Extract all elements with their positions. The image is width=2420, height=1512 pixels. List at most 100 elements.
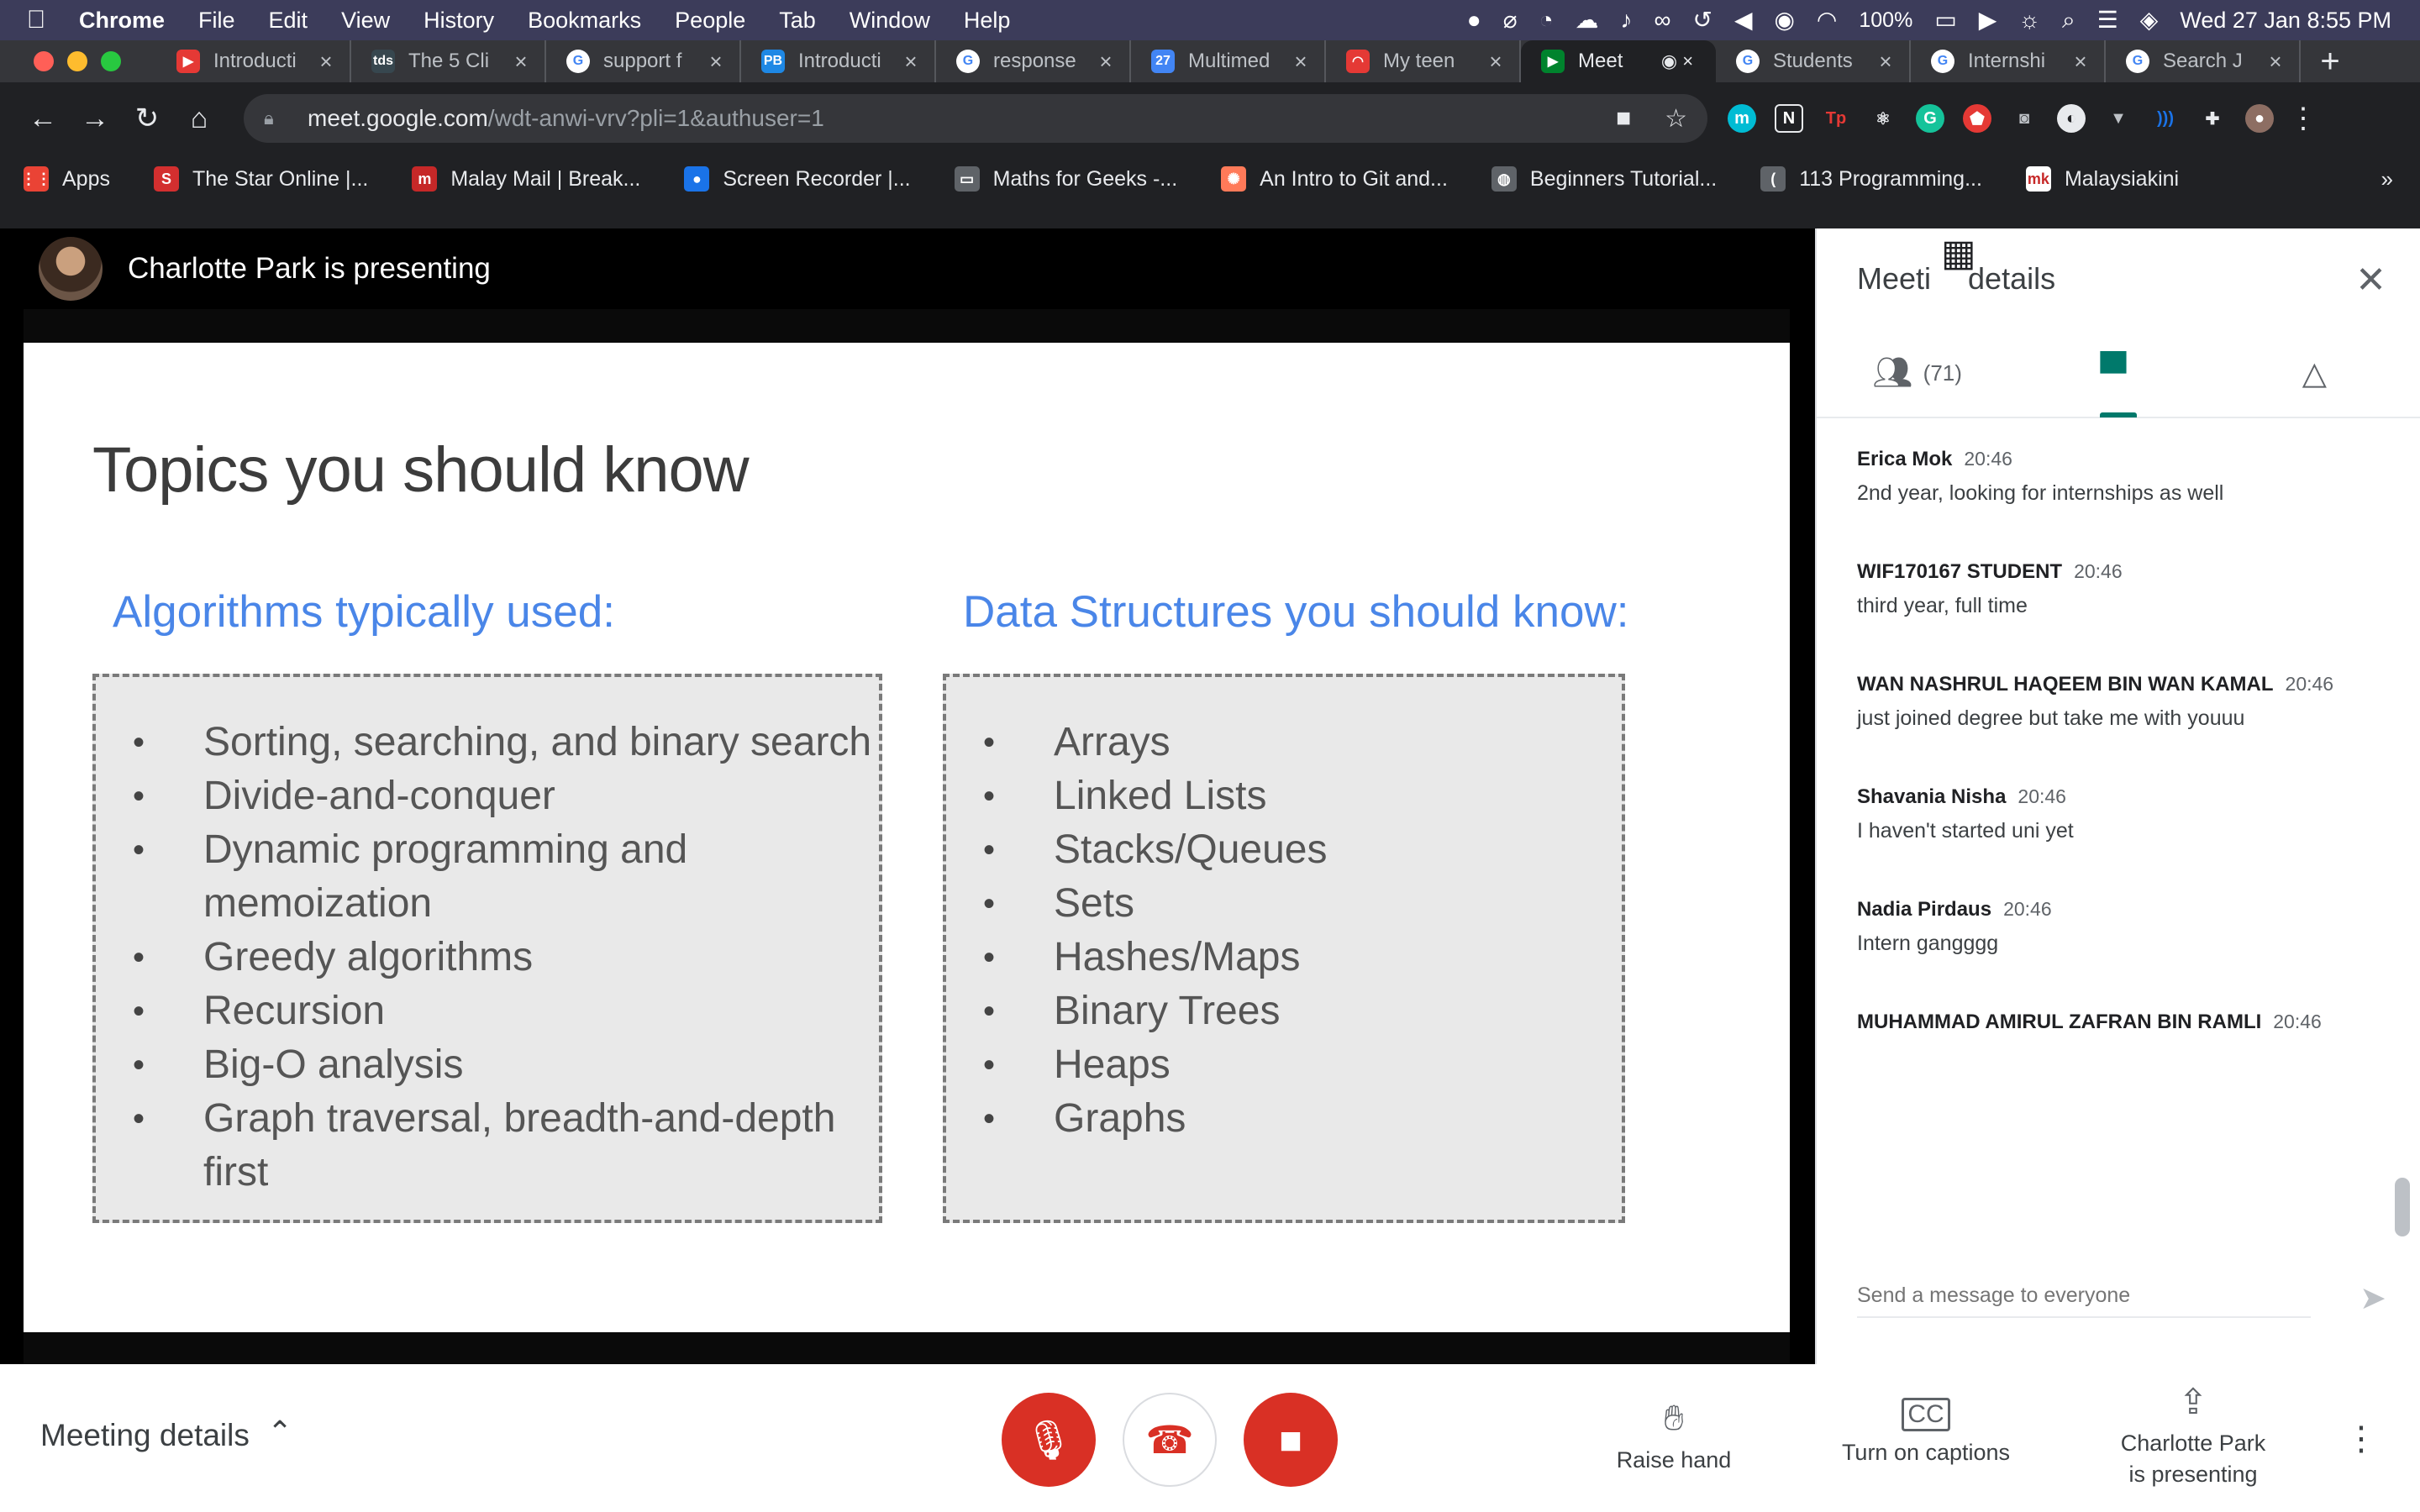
bookmark-item[interactable]: (113 Programming... [1760, 166, 1982, 192]
browser-tab[interactable]: ◠ My teen × [1326, 40, 1521, 82]
home-button[interactable]: ⌂ [173, 92, 225, 144]
reload-button[interactable]: ↻ [121, 92, 173, 144]
apple-menu-icon[interactable]:  [10, 6, 62, 34]
bookmark-star-icon[interactable]: ☆ [1665, 104, 1687, 134]
lock-icon[interactable]: 🔒︎ [264, 108, 291, 129]
bookmark-item[interactable]: m Malay Mail | Break... [412, 166, 640, 192]
profile-avatar[interactable]: ● [2245, 104, 2274, 133]
close-window-button[interactable] [34, 51, 54, 71]
more-options-icon[interactable]: ⋮ [2344, 1420, 2378, 1458]
siri-icon[interactable]: ◈ [2140, 8, 2159, 32]
tab-chat[interactable]: ▀ [2018, 328, 2218, 417]
paperclip-icon[interactable]: ⌀ [1503, 8, 1518, 32]
clock[interactable]: Wed 27 Jan 8:55 PM [2180, 8, 2391, 34]
close-tab-icon[interactable]: × [2264, 49, 2287, 75]
notion-icon[interactable]: N [1775, 104, 1803, 133]
chrome-menu-icon[interactable]: ⋮ [2289, 102, 2317, 135]
address-bar[interactable]: 🔒︎ meet.google.com /wdt-anwi-vrv?pli=1&a… [244, 94, 1707, 143]
notification-bell-icon[interactable]: ♪ [1621, 8, 1633, 32]
zoom-window-button[interactable] [101, 51, 121, 71]
bookmark-item[interactable]: mk Malaysiakini [2025, 166, 2179, 192]
browser-tab[interactable]: 27 Multimed × [1131, 40, 1326, 82]
tab-people[interactable]: 👥︎ (71) [1817, 328, 2018, 417]
microphone-off-button[interactable]: 🎙︎ [1002, 1393, 1096, 1487]
recording-dot-icon[interactable]: ● [1467, 8, 1481, 32]
chat-message-input[interactable] [1857, 1278, 2311, 1318]
browser-tab[interactable]: ▶ Introducti × [156, 40, 351, 82]
tp-extension-icon[interactable]: Tp [1822, 104, 1850, 133]
browser-tab[interactable]: Gresponse × [936, 40, 1131, 82]
bookmark-item[interactable]: ⋮⋮ Apps [21, 166, 110, 192]
screenshot-camera-icon[interactable]: ◙ [2010, 104, 2039, 133]
raise-hand-button[interactable]: ✋︎ Raise hand [1613, 1398, 1734, 1473]
user-icon[interactable]: ◉ [1774, 8, 1794, 32]
shield-extension-icon[interactable]: ⬟ [1963, 104, 1991, 133]
menu-app-chrome[interactable]: Chrome [62, 8, 182, 34]
browser-tab[interactable]: G Search J × [2106, 40, 2301, 82]
grammarly-icon[interactable]: G [1916, 104, 1944, 133]
bookmark-item[interactable]: ◍ Beginners Tutorial... [1491, 166, 1717, 192]
browser-tab[interactable]: G Internshi × [1911, 40, 2106, 82]
play-icon[interactable]: ▶ [1979, 8, 1997, 32]
menu-help[interactable]: Help [947, 8, 1028, 34]
leave-call-button[interactable]: ☎ [1123, 1393, 1217, 1487]
menu-tab[interactable]: Tab [762, 8, 833, 34]
glasses-icon[interactable]: ∞ [1655, 8, 1671, 32]
new-tab-button[interactable]: + [2301, 40, 2360, 82]
close-tab-icon[interactable]: × [1094, 49, 1118, 75]
wave-extension-icon[interactable]: ))) [2151, 104, 2180, 133]
chat-messages[interactable]: Erica Mok 20:46 2nd year, looking for inte… [1817, 420, 2420, 1042]
chevron-up-icon[interactable]: ⌃ [267, 1415, 292, 1450]
close-tab-icon[interactable]: × [704, 49, 728, 75]
bookmark-item[interactable]: S The Star Online |... [153, 166, 368, 192]
meeting-details-button[interactable]: Meeting details [40, 1418, 250, 1453]
menu-people[interactable]: People [658, 8, 762, 34]
close-tab-icon[interactable]: × [314, 49, 338, 75]
captions-button[interactable]: CC Turn on captions [1832, 1398, 2020, 1466]
close-tab-icon[interactable]: ◉ × [1650, 50, 1704, 72]
close-tab-icon[interactable]: × [1484, 49, 1507, 75]
extension-m-icon[interactable]: m [1728, 104, 1756, 133]
brightness-icon[interactable]: ☼ [2018, 8, 2040, 32]
react-devtools-icon[interactable]: ⚛ [1869, 104, 1897, 133]
browser-tab[interactable]: G Students × [1716, 40, 1911, 82]
control-center-icon[interactable]: ☰ [2097, 8, 2118, 32]
send-message-icon[interactable]: ➤ [2360, 1279, 2386, 1317]
bookmarks-overflow-icon[interactable]: » [2381, 166, 2393, 192]
close-panel-icon[interactable]: ✕ [2355, 259, 2386, 302]
grid-view-icon[interactable]: ▦ [1941, 232, 1976, 275]
wifi-icon[interactable]: ◠ [1817, 8, 1837, 32]
close-tab-icon[interactable]: × [1289, 49, 1313, 75]
bookmark-item[interactable]: ▭ Maths for Geeks -... [954, 166, 1177, 192]
close-tab-icon[interactable]: × [509, 49, 533, 75]
menu-file[interactable]: File [182, 8, 252, 34]
menu-edit[interactable]: Edit [252, 8, 325, 34]
browser-tab[interactable]: tds The 5 Cli × [351, 40, 546, 82]
spotlight-search-icon[interactable]: ⌕ [2062, 8, 2075, 32]
vue-devtools-icon[interactable]: ▼ [2104, 104, 2133, 133]
forward-button[interactable]: → [69, 92, 121, 144]
tab-activities[interactable]: △ [2219, 328, 2420, 417]
browser-tab[interactable]: ▶ Meet ◉ × [1521, 40, 1716, 82]
chat-scrollbar[interactable] [2395, 1178, 2410, 1236]
browser-tab[interactable]: Gsupport f × [546, 40, 741, 82]
camera-in-use-icon[interactable]: ■ [1616, 104, 1631, 134]
battery-icon[interactable]: ▭ [1934, 8, 1956, 32]
cloud-icon[interactable]: ☁ [1576, 8, 1599, 32]
battery-percent[interactable]: 100% [1859, 9, 1912, 31]
camera-off-button[interactable]: ■ [1244, 1393, 1338, 1487]
time-machine-icon[interactable]: ↺ [1692, 8, 1712, 32]
menu-bookmarks[interactable]: Bookmarks [511, 8, 658, 34]
menu-history[interactable]: History [407, 8, 511, 34]
menu-view[interactable]: View [324, 8, 407, 34]
close-tab-icon[interactable]: × [899, 49, 923, 75]
speedometer-icon[interactable]: ◔ [1539, 8, 1554, 32]
volume-icon[interactable]: ◀ [1734, 8, 1753, 32]
menu-window[interactable]: Window [833, 8, 947, 34]
extensions-puzzle-icon[interactable]: ✚ [2198, 104, 2227, 133]
close-tab-icon[interactable]: × [2069, 49, 2092, 75]
circle-extension-icon[interactable]: ◐ [2057, 104, 2086, 133]
browser-tab[interactable]: PB Introducti × [741, 40, 936, 82]
back-button[interactable]: ← [17, 92, 69, 144]
presenting-button[interactable]: ⇪ Charlotte Park is presenting [2101, 1381, 2286, 1488]
